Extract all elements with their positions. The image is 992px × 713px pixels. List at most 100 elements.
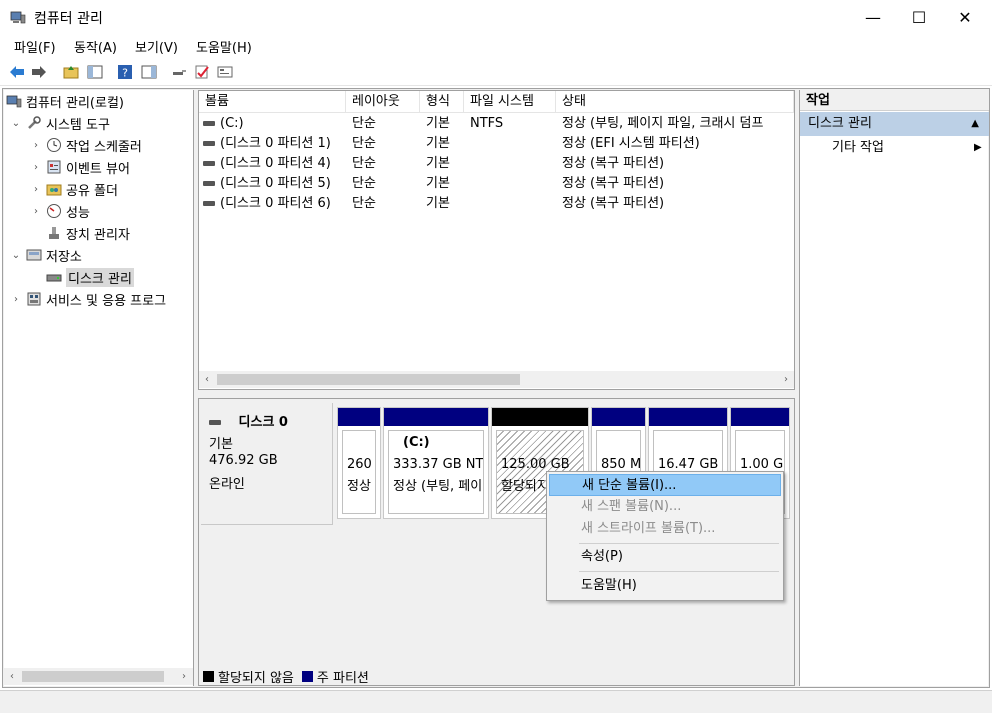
volume-layout: 단순 <box>352 156 376 171</box>
check-icon[interactable] <box>193 63 211 81</box>
action-section-disk-management[interactable]: 디스크 관리 ▲ <box>800 112 989 136</box>
chevron-right-icon[interactable]: › <box>10 294 22 305</box>
volume-name: (디스크 0 파티션 6) <box>220 196 331 211</box>
tree-item-task-scheduler[interactable]: › 작업 스케줄러 <box>30 135 142 155</box>
menu-help[interactable]: 도움말(H) <box>196 37 252 56</box>
properties-icon[interactable] <box>216 63 234 81</box>
tree-label: 이벤트 뷰어 <box>66 161 130 177</box>
chevron-right-icon[interactable]: › <box>30 184 42 195</box>
table-row[interactable]: (C:) 단순 기본 NTFS 정상 (부팅, 페이지 파일, 크래시 덤프 <box>199 114 794 134</box>
menu-file[interactable]: 파일(F) <box>14 37 56 56</box>
show-hide-console-tree-icon[interactable] <box>86 63 104 81</box>
volume-layout: 단순 <box>352 136 376 151</box>
title-bar: 컴퓨터 관리 — ☐ ✕ <box>0 0 992 34</box>
disk-management-icon <box>46 269 62 285</box>
chevron-down-icon[interactable]: ⌄ <box>10 118 22 129</box>
tree-item-device-manager[interactable]: 장치 관리자 <box>42 223 130 243</box>
scrollbar-thumb[interactable] <box>217 374 520 385</box>
partition-color-bar <box>492 408 588 426</box>
volume-name: (디스크 0 파티션 5) <box>220 176 331 191</box>
connect-icon[interactable] <box>170 63 188 81</box>
partition-color-bar <box>731 408 789 426</box>
legend-label-unallocated: 할당되지 않음 <box>218 670 294 686</box>
column-header-volume[interactable]: 볼륨 <box>199 91 346 113</box>
close-button[interactable]: ✕ <box>942 0 988 34</box>
partition-size: 850 M <box>601 457 641 472</box>
chevron-right-icon[interactable]: › <box>30 162 42 173</box>
menu-item-new-striped-volume[interactable]: 새 스트라이프 볼륨(T)... <box>549 518 781 540</box>
table-row[interactable]: (디스크 0 파티션 1) 단순 기본 정상 (EFI 시스템 파티션) <box>199 134 794 154</box>
tree-item-root[interactable]: 컴퓨터 관리(로컬) <box>6 91 124 111</box>
disk-info-panel[interactable]: 디스크 0 기본 476.92 GB 온라인 <box>201 403 333 525</box>
menu-action[interactable]: 동작(A) <box>74 37 117 56</box>
partition-color-bar <box>592 408 645 426</box>
collapse-up-icon[interactable]: ▲ <box>971 112 979 136</box>
tree-item-disk-management[interactable]: 디스크 관리 <box>42 267 134 287</box>
tree-item-services-apps[interactable]: › 서비스 및 응용 프로그 <box>10 289 166 309</box>
tree-item-storage[interactable]: ⌄ 저장소 <box>10 245 82 265</box>
scroll-left-icon[interactable]: ‹ <box>4 668 20 685</box>
back-arrow-icon[interactable] <box>8 63 26 81</box>
scrollbar-thumb[interactable] <box>22 671 164 682</box>
column-header-layout[interactable]: 레이아웃 <box>346 91 420 113</box>
action-section-label: 디스크 관리 <box>808 116 872 131</box>
column-header-filesystem[interactable]: 파일 시스템 <box>464 91 556 113</box>
window-title: 컴퓨터 관리 <box>34 11 103 27</box>
partition-block[interactable]: (C:) 333.37 GB NTI 정상 (부팅, 페이 <box>383 407 489 519</box>
submenu-arrow-icon: ▶ <box>974 142 982 153</box>
maximize-button[interactable]: ☐ <box>896 0 942 34</box>
scroll-left-icon[interactable]: ‹ <box>199 371 215 388</box>
menu-view[interactable]: 보기(V) <box>135 37 178 56</box>
volume-layout: 단순 <box>352 176 376 191</box>
column-header-status[interactable]: 상태 <box>556 91 794 113</box>
computer-management-icon <box>6 93 22 109</box>
disk-state: 온라인 <box>209 477 245 492</box>
volume-status: 정상 (부팅, 페이지 파일, 크래시 덤프 <box>562 116 764 131</box>
tree-item-performance[interactable]: › 성능 <box>30 201 90 221</box>
volume-type: 기본 <box>426 116 450 131</box>
legend-label-primary: 주 파티션 <box>316 670 369 686</box>
column-header-type[interactable]: 형식 <box>420 91 464 113</box>
tree-item-event-viewer[interactable]: › 이벤트 뷰어 <box>30 157 130 177</box>
minimize-button[interactable]: — <box>850 0 896 34</box>
scroll-right-icon[interactable]: › <box>176 668 192 685</box>
chevron-right-icon[interactable]: › <box>30 206 42 217</box>
tree-label: 서비스 및 응용 프로그 <box>46 293 167 309</box>
help-icon[interactable]: ? <box>116 63 134 81</box>
volume-status: 정상 (EFI 시스템 파티션) <box>562 136 700 151</box>
tree-horizontal-scrollbar[interactable]: ‹ › <box>4 668 193 685</box>
volume-type: 기본 <box>426 196 450 211</box>
partition-color-bar <box>338 408 380 426</box>
table-row[interactable]: (디스크 0 파티션 6) 단순 기본 정상 (복구 파티션) <box>199 194 794 214</box>
storage-icon <box>26 247 42 263</box>
volume-type: 기본 <box>426 136 450 151</box>
partition-status: 정상 (부팅, 페이 <box>393 479 483 494</box>
tree-label: 디스크 관리 <box>66 267 134 287</box>
table-row[interactable]: (디스크 0 파티션 5) 단순 기본 정상 (복구 파티션) <box>199 174 794 194</box>
menu-item-properties[interactable]: 속성(P) <box>549 546 781 568</box>
volume-list-horizontal-scrollbar[interactable]: ‹ › <box>199 371 794 388</box>
partition-size: 333.37 GB NTI <box>393 457 484 472</box>
tree-label: 시스템 도구 <box>46 117 110 133</box>
menu-item-new-spanned-volume[interactable]: 새 스팬 볼륨(N)... <box>549 496 781 518</box>
menu-item-help[interactable]: 도움말(H) <box>549 575 781 597</box>
show-hide-action-pane-icon[interactable] <box>140 63 158 81</box>
volume-type: 기본 <box>426 156 450 171</box>
up-folder-icon[interactable] <box>62 63 80 81</box>
event-viewer-icon <box>46 159 62 175</box>
tree-item-shared-folders[interactable]: › 공유 폴더 <box>30 179 118 199</box>
tree-item-system-tools[interactable]: ⌄ 시스템 도구 <box>10 113 110 133</box>
scroll-right-icon[interactable]: › <box>778 371 794 388</box>
partition-block[interactable]: 260 I 정상 <box>337 407 381 519</box>
device-manager-icon <box>46 225 62 241</box>
action-more-actions[interactable]: 기타 작업 ▶ <box>832 138 982 158</box>
chevron-right-icon[interactable]: › <box>30 140 42 151</box>
volume-filesystem: NTFS <box>470 116 504 131</box>
table-row[interactable]: (디스크 0 파티션 4) 단순 기본 정상 (복구 파티션) <box>199 154 794 174</box>
volume-icon <box>203 181 215 186</box>
forward-arrow-icon[interactable] <box>30 63 48 81</box>
chevron-down-icon[interactable]: ⌄ <box>10 250 22 261</box>
volume-status: 정상 (복구 파티션) <box>562 156 665 171</box>
volume-name: (C:) <box>220 116 244 131</box>
menu-item-new-simple-volume[interactable]: 새 단순 볼륨(I)... <box>549 474 781 496</box>
